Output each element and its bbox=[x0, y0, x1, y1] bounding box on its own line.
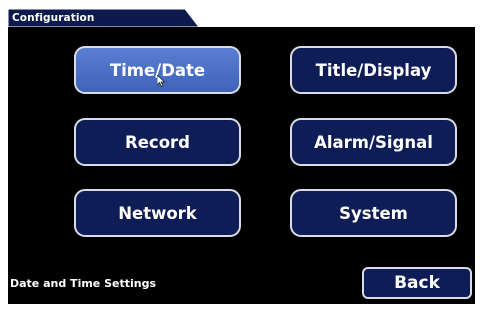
system-label: System bbox=[339, 203, 408, 223]
title-display-button[interactable]: Title/Display bbox=[290, 46, 457, 94]
back-label: Back bbox=[394, 273, 440, 293]
alarm-signal-button[interactable]: Alarm/Signal bbox=[290, 118, 457, 166]
mouse-cursor-icon bbox=[157, 75, 165, 87]
config-screen: Configuration 1.0.1.61 Time/Date Title/D… bbox=[8, 9, 475, 304]
back-button[interactable]: Back bbox=[362, 267, 472, 299]
window-title: Configuration bbox=[12, 12, 95, 24]
alarm-signal-label: Alarm/Signal bbox=[314, 132, 433, 152]
title-display-label: Title/Display bbox=[315, 60, 432, 80]
version-label: 1.0.1.61 bbox=[410, 13, 457, 24]
title-bar: Configuration 1.0.1.61 bbox=[8, 9, 475, 27]
network-button[interactable]: Network bbox=[74, 189, 241, 237]
system-button[interactable]: System bbox=[290, 189, 457, 237]
status-hint: Date and Time Settings bbox=[10, 277, 157, 290]
record-button[interactable]: Record bbox=[74, 118, 241, 166]
network-label: Network bbox=[118, 203, 197, 223]
record-label: Record bbox=[125, 132, 190, 152]
